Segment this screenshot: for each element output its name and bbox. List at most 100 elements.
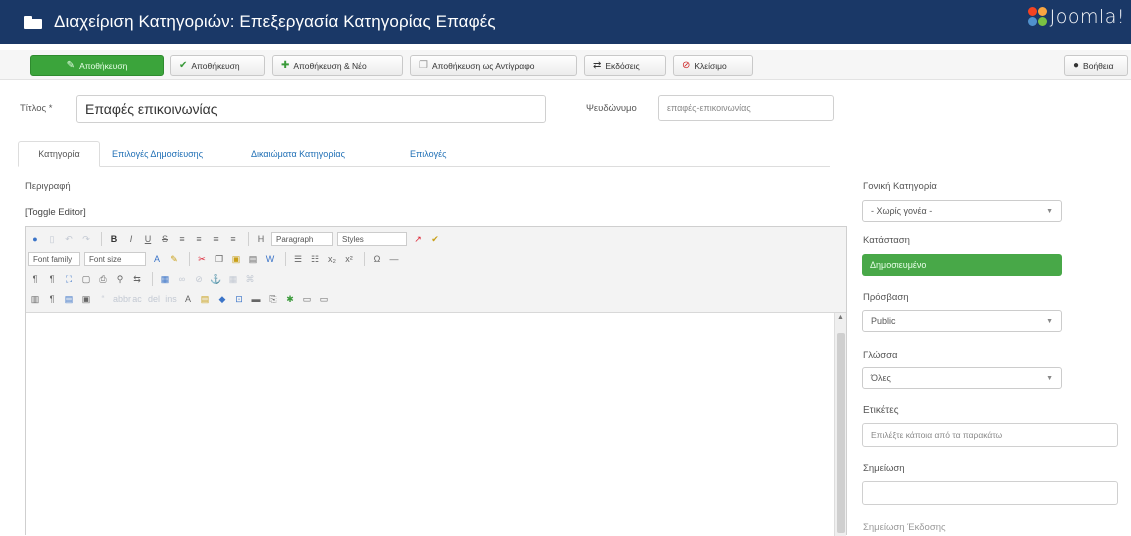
nonbreaking-icon[interactable]: ▬ bbox=[249, 292, 263, 306]
text-color-icon[interactable]: A bbox=[150, 252, 164, 266]
paste-text-icon[interactable]: ▤ bbox=[246, 252, 260, 266]
help-icon[interactable]: ● bbox=[28, 232, 42, 246]
image-icon[interactable]: ▦ bbox=[158, 272, 172, 286]
alias-input[interactable]: επαφές-επικοινωνίας bbox=[658, 95, 834, 121]
spellcheck-icon[interactable]: ✔ bbox=[428, 232, 442, 246]
scroll-thumb[interactable] bbox=[837, 333, 845, 533]
numbered-list-icon[interactable]: ☷ bbox=[308, 252, 322, 266]
media-icon[interactable]: ▣ bbox=[79, 292, 93, 306]
anchor-icon[interactable]: ⚓ bbox=[209, 272, 223, 286]
tab-category[interactable]: Κατηγορία bbox=[18, 141, 100, 167]
tags-input[interactable]: Επιλέξτε κάποια από τα παρακάτω bbox=[862, 423, 1118, 447]
find-icon[interactable]: ⚲ bbox=[113, 272, 127, 286]
save-icon: ✎ bbox=[66, 60, 76, 71]
code-icon[interactable]: ⌘ bbox=[243, 272, 257, 286]
copy-icon[interactable]: ❐ bbox=[212, 252, 226, 266]
toggle-editor-link[interactable]: [Toggle Editor] bbox=[25, 207, 86, 218]
emoticons-icon[interactable]: ✱ bbox=[283, 292, 297, 306]
undo-icon[interactable]: ↶ bbox=[62, 232, 76, 246]
clear-formatting-icon[interactable]: ↗ bbox=[411, 232, 425, 246]
chevron-down-icon: ▼ bbox=[1046, 317, 1053, 325]
align-center-icon[interactable]: ≡ bbox=[192, 232, 206, 246]
superscript-icon[interactable]: x² bbox=[342, 252, 356, 266]
template-icon[interactable]: ▤ bbox=[62, 292, 76, 306]
editor-toolbar-row-3: ¶ ¶ ⛶ ▢ ⎙ ⚲ ⇆ ▦ ∞ ⊘ ⚓ ▦ ⌘ bbox=[28, 270, 260, 288]
language-label: Γλώσσα bbox=[863, 350, 898, 361]
highlight-color-icon[interactable]: ✎ bbox=[167, 252, 181, 266]
align-right-icon[interactable]: ≡ bbox=[209, 232, 223, 246]
preview-icon[interactable]: ▢ bbox=[79, 272, 93, 286]
heading-icon[interactable]: H bbox=[254, 232, 268, 246]
fullscreen-icon[interactable]: ⛶ bbox=[62, 272, 76, 286]
bullet-list-icon[interactable]: ☰ bbox=[291, 252, 305, 266]
bold-icon[interactable]: B bbox=[107, 232, 121, 246]
title-label: Τίτλος * bbox=[20, 103, 53, 114]
new-document-icon[interactable]: ▯ bbox=[45, 232, 59, 246]
tab-publishing-options[interactable]: Επιλογές Δημοσίευσης bbox=[106, 141, 209, 167]
ins-icon[interactable]: ins bbox=[164, 292, 178, 306]
alias-label: Ψευδώνυμο bbox=[586, 103, 637, 114]
print-icon[interactable]: ⎙ bbox=[96, 272, 110, 286]
styles-dropdown[interactable]: Styles bbox=[337, 232, 407, 246]
del-icon[interactable]: del bbox=[147, 292, 161, 306]
rich-text-editor[interactable]: ● ▯ ↶ ↷ B I U S ≡ ≡ ≡ ≡ H Paragraph Styl… bbox=[25, 226, 847, 536]
cite-icon[interactable]: “ bbox=[96, 292, 110, 306]
status-label: Κατάσταση bbox=[863, 235, 910, 246]
description-label: Περιγραφή bbox=[25, 181, 71, 192]
tab-options[interactable]: Επιλογές bbox=[404, 141, 452, 167]
link-icon[interactable]: ∞ bbox=[175, 272, 189, 286]
rtl-icon[interactable]: ¶ bbox=[45, 272, 59, 286]
save-new-button[interactable]: ✚ Αποθήκευση & Νέο bbox=[272, 55, 403, 76]
replace-icon[interactable]: ⇆ bbox=[130, 272, 144, 286]
italic-icon[interactable]: I bbox=[124, 232, 138, 246]
layer-icon[interactable]: ▤ bbox=[198, 292, 212, 306]
paragraph-dropdown[interactable]: Paragraph bbox=[271, 232, 333, 246]
underline-icon[interactable]: U bbox=[141, 232, 155, 246]
align-justify-icon[interactable]: ≡ bbox=[226, 232, 240, 246]
horizontal-rule-icon[interactable]: — bbox=[387, 252, 401, 266]
title-input[interactable]: Επαφές επικοινωνίας bbox=[76, 95, 546, 123]
access-select[interactable]: Public ▼ bbox=[862, 310, 1062, 332]
help-icon: ● bbox=[1073, 60, 1080, 71]
save-button[interactable]: ✎ Αποθήκευση bbox=[30, 55, 164, 76]
help-button[interactable]: ● Βοήθεια bbox=[1064, 55, 1128, 76]
style-icon[interactable]: ⊡ bbox=[232, 292, 246, 306]
joomla-brand[interactable]: Joomla! bbox=[1027, 6, 1125, 28]
check-icon: ✔ bbox=[179, 60, 188, 71]
note-input[interactable] bbox=[862, 481, 1118, 505]
save-copy-button[interactable]: ❐ Αποθήκευση ως Αντίγραφο bbox=[410, 55, 577, 76]
redo-icon[interactable]: ↷ bbox=[79, 232, 93, 246]
attributes-icon[interactable]: A bbox=[181, 292, 195, 306]
action-toolbar: ✎ Αποθήκευση ✔ Αποθήκευση ✚ Αποθήκευση & Νέ… bbox=[0, 50, 1131, 80]
time-icon[interactable]: ▭ bbox=[317, 292, 331, 306]
paste-word-icon[interactable]: W bbox=[263, 252, 277, 266]
font-size-dropdown[interactable]: Font size bbox=[84, 252, 146, 266]
font-family-dropdown[interactable]: Font family bbox=[28, 252, 80, 266]
visual-chars-icon[interactable]: ¶ bbox=[45, 292, 59, 306]
strikethrough-icon[interactable]: S bbox=[158, 232, 172, 246]
acronym-icon[interactable]: ac bbox=[130, 292, 144, 306]
plus-icon: ✚ bbox=[281, 60, 290, 71]
close-button[interactable]: ⊘ Κλείσιμο bbox=[673, 55, 753, 76]
paste-icon[interactable]: ▣ bbox=[229, 252, 243, 266]
blocks-icon[interactable]: ▥ bbox=[28, 292, 42, 306]
table-icon[interactable]: ▦ bbox=[226, 272, 240, 286]
cut-icon[interactable]: ✂ bbox=[195, 252, 209, 266]
parent-category-select[interactable]: - Χωρίς γονέα - ▼ bbox=[862, 200, 1062, 222]
date-icon[interactable]: ▭ bbox=[300, 292, 314, 306]
versions-button[interactable]: ⇄ Εκδόσεις bbox=[584, 55, 666, 76]
editor-scrollbar[interactable]: ▲ bbox=[834, 313, 846, 536]
save-close-button[interactable]: ✔ Αποθήκευση bbox=[170, 55, 265, 76]
pagebreak-icon[interactable]: ⎘ bbox=[266, 292, 280, 306]
tab-permissions[interactable]: Δικαιώματα Κατηγορίας bbox=[245, 141, 351, 167]
scroll-up-icon[interactable]: ▲ bbox=[835, 313, 846, 323]
align-left-icon[interactable]: ≡ bbox=[175, 232, 189, 246]
special-character-icon[interactable]: Ω bbox=[370, 252, 384, 266]
status-select[interactable]: Δημοσιευμένο bbox=[862, 254, 1062, 276]
unlink-icon[interactable]: ⊘ bbox=[192, 272, 206, 286]
language-select[interactable]: Όλες ▼ bbox=[862, 367, 1062, 389]
insert-layer-icon[interactable]: ◆ bbox=[215, 292, 229, 306]
abbr-icon[interactable]: abbr bbox=[113, 292, 131, 306]
subscript-icon[interactable]: x₂ bbox=[325, 252, 339, 266]
ltr-icon[interactable]: ¶ bbox=[28, 272, 42, 286]
